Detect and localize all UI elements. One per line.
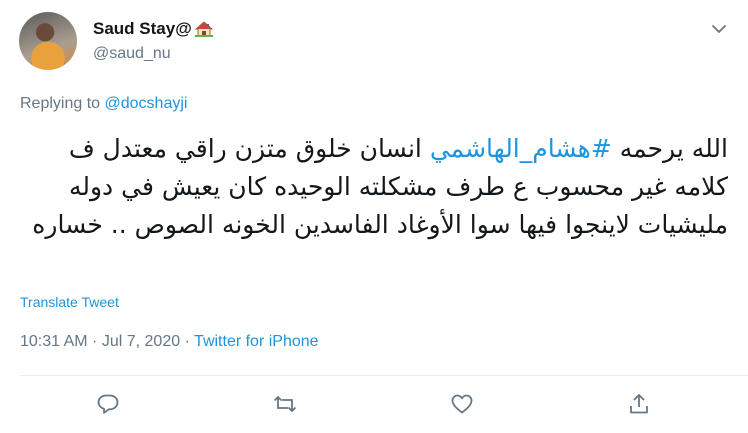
house-icon bbox=[194, 21, 214, 37]
divider bbox=[20, 375, 748, 376]
display-name-text: Saud Stay@ bbox=[93, 19, 192, 38]
reply-icon bbox=[97, 394, 119, 414]
like-button[interactable] bbox=[448, 390, 476, 418]
tweet-source-link[interactable]: Twitter for iPhone bbox=[194, 333, 319, 350]
user-handle[interactable]: @saud_nu bbox=[93, 45, 213, 63]
hashtag-link[interactable]: #هشام_الهاشمي bbox=[430, 134, 612, 163]
avatar[interactable] bbox=[19, 12, 77, 70]
tweet-date[interactable]: Jul 7, 2020 bbox=[102, 333, 180, 350]
translate-tweet-link[interactable]: Translate Tweet bbox=[20, 294, 119, 310]
share-icon bbox=[630, 394, 648, 414]
tweet-text: الله يرحمه #هشام_الهاشمي انسان خلوق متزن… bbox=[20, 130, 728, 244]
display-name[interactable]: Saud Stay@ bbox=[93, 19, 214, 39]
user-info: Saud Stay@ @saud_nu bbox=[93, 19, 214, 63]
reply-button[interactable] bbox=[94, 390, 122, 418]
reply-mention-link[interactable]: @docshayji bbox=[105, 95, 188, 112]
meta-separator: · bbox=[180, 333, 195, 350]
retweet-button[interactable] bbox=[271, 390, 299, 418]
like-icon bbox=[451, 394, 473, 414]
replying-to: Replying to @docshayji bbox=[20, 95, 187, 113]
chevron-down-icon[interactable] bbox=[709, 22, 729, 36]
share-button[interactable] bbox=[625, 390, 653, 418]
retweet-icon bbox=[273, 396, 297, 412]
tweet-meta: 10:31 AM · Jul 7, 2020 · Twitter for iPh… bbox=[20, 333, 319, 351]
tweet-time[interactable]: 10:31 AM bbox=[20, 333, 88, 350]
tweet-text-start: الله يرحمه bbox=[611, 134, 728, 163]
meta-separator: · bbox=[87, 333, 102, 350]
replying-prefix: Replying to bbox=[20, 95, 105, 112]
